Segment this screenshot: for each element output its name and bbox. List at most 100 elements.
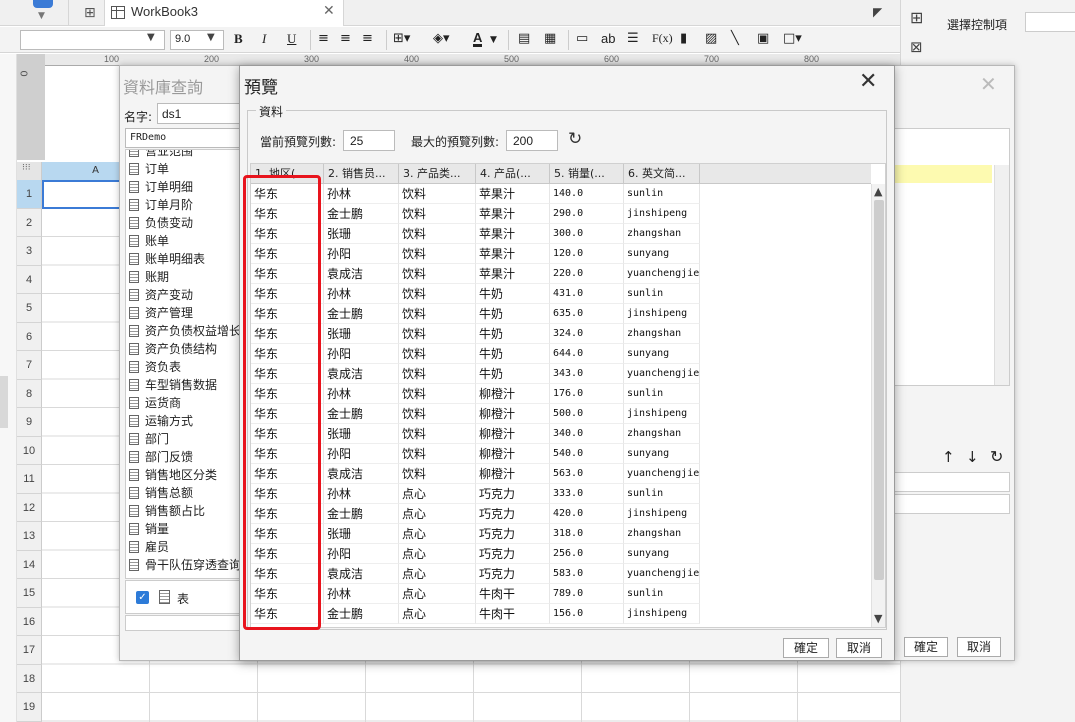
chevron-down-icon[interactable]: ▼ [207, 32, 215, 43]
row-header[interactable]: 13 [17, 522, 42, 551]
dataset-name-input[interactable]: ds1 [157, 103, 243, 124]
refresh-icon[interactable]: ↻ [990, 447, 1003, 466]
move-down-icon[interactable]: ↓ [966, 448, 979, 466]
cancel-button[interactable]: 取消 [836, 638, 882, 658]
table-list-item[interactable]: 订单明细 [129, 178, 193, 196]
current-rows-input[interactable]: 25 [343, 130, 395, 151]
selected-row[interactable] [894, 165, 992, 183]
align-center-icon[interactable]: ≡ [340, 31, 351, 46]
table-search-input[interactable] [125, 615, 243, 631]
row-header[interactable]: 3 [17, 237, 42, 266]
row-header[interactable]: 1 [17, 180, 42, 209]
table-list-item[interactable]: 雇员 [129, 538, 169, 556]
font-family-select[interactable] [20, 30, 165, 50]
table-list-item[interactable]: 负债变动 [129, 214, 193, 232]
control-select-input[interactable] [1025, 12, 1075, 32]
column-header[interactable]: 5. 销量(... [550, 164, 624, 184]
sub-report-icon[interactable]: ▣ [757, 31, 769, 46]
layout-icon[interactable]: ⊞ [910, 8, 923, 27]
table-row[interactable]: 华东 孙林 饮料 柳橙汁 176.0 sunlin [251, 384, 871, 404]
column-header[interactable]: 3. 产品类... [399, 164, 476, 184]
row-header[interactable]: 19 [17, 693, 42, 722]
parameter-input[interactable] [892, 494, 1010, 514]
row-header[interactable]: 9 [17, 408, 42, 437]
scroll-thumb[interactable] [874, 200, 884, 580]
cancel-button[interactable]: 取消 [957, 637, 1001, 657]
table-row[interactable]: 华东 孙林 饮料 苹果汁 140.0 sunlin [251, 184, 871, 204]
insert-row-icon[interactable]: ▭ [576, 31, 588, 46]
split-cells-icon[interactable]: ▦ [544, 31, 556, 46]
table-row[interactable]: 华东 孙林 饮料 牛奶 431.0 sunlin [251, 284, 871, 304]
table-list-item[interactable]: 订单 [129, 160, 169, 178]
align-right-icon[interactable]: ≡ [362, 31, 373, 46]
table-list-item[interactable]: 车型销售数据 [129, 376, 217, 394]
table-list-item[interactable]: 账单明细表 [129, 250, 205, 268]
row-header[interactable]: 2 [17, 208, 42, 237]
table-row[interactable]: 华东 袁成洁 饮料 苹果汁 220.0 yuanchengjie [251, 264, 871, 284]
table-row[interactable]: 华东 金士鹏 点心 巧克力 420.0 jinshipeng [251, 504, 871, 524]
chart-icon[interactable]: ▮ [680, 31, 687, 46]
chevron-up-icon[interactable]: ▲ [874, 185, 882, 198]
pin-icon[interactable]: ◤ [873, 5, 882, 19]
paragraph-icon[interactable]: ☰ [627, 31, 639, 46]
column-header[interactable]: 4. 产品(... [476, 164, 550, 184]
table-list-item[interactable]: 资负表 [129, 358, 181, 376]
table-list-item[interactable]: 运输方式 [129, 412, 193, 430]
image-icon[interactable]: ▨ [705, 31, 717, 46]
table-row[interactable]: 华东 金士鹏 点心 牛肉干 156.0 jinshipeng [251, 604, 871, 624]
row-header[interactable]: 11 [17, 465, 42, 494]
underline-button[interactable]: U [287, 31, 296, 47]
widget-icon[interactable]: ⊠ [910, 38, 923, 56]
table-list-item[interactable]: 销售总额 [129, 484, 193, 502]
row-header[interactable]: 10 [17, 436, 42, 465]
row-header[interactable]: 17 [17, 636, 42, 665]
table-row[interactable]: 华东 孙阳 饮料 柳橙汁 540.0 sunyang [251, 444, 871, 464]
close-icon[interactable]: ✕ [323, 3, 335, 19]
align-left-icon[interactable]: ≡ [318, 31, 329, 46]
grid-icon[interactable]: ⊞ [84, 5, 96, 21]
bold-button[interactable]: B [234, 31, 243, 47]
table-row[interactable]: 华东 袁成洁 饮料 牛奶 343.0 yuanchengjie [251, 364, 871, 384]
table-row[interactable]: 华东 金士鹏 饮料 苹果汁 290.0 jinshipeng [251, 204, 871, 224]
table-row[interactable]: 华东 金士鹏 饮料 柳橙汁 500.0 jinshipeng [251, 404, 871, 424]
chevron-down-icon[interactable]: ▼ [147, 32, 155, 43]
column-header[interactable]: 2. 销售员... [324, 164, 399, 184]
font-color-button[interactable]: A [473, 31, 483, 47]
table-type-checkbox[interactable]: ✓ [136, 591, 149, 604]
row-header[interactable]: 14 [17, 550, 42, 579]
table-row[interactable]: 华东 孙林 点心 牛肉干 789.0 sunlin [251, 584, 871, 604]
row-header[interactable]: 16 [17, 607, 42, 636]
row-header[interactable]: 12 [17, 493, 42, 522]
move-up-icon[interactable]: ↑ [942, 448, 955, 466]
table-list-item[interactable]: 资产变动 [129, 286, 193, 304]
table-list-item[interactable]: 资产负债权益增长 [129, 322, 241, 340]
close-icon[interactable]: ✕ [980, 72, 997, 96]
table-row[interactable]: 华东 袁成洁 点心 巧克力 583.0 yuanchengjie [251, 564, 871, 584]
table-row[interactable]: 华东 金士鹏 饮料 牛奶 635.0 jinshipeng [251, 304, 871, 324]
frame-icon[interactable]: □▾ [783, 31, 802, 46]
table-row[interactable]: 华东 张珊 饮料 牛奶 324.0 zhangshan [251, 324, 871, 344]
chevron-down-icon[interactable]: ▼ [490, 35, 497, 45]
table-row[interactable]: 华东 张珊 饮料 柳橙汁 340.0 zhangshan [251, 424, 871, 444]
fill-color-icon[interactable]: ◈▾ [433, 31, 450, 46]
table-list-item[interactable]: 销售额占比 [129, 502, 205, 520]
chevron-down-icon[interactable]: ▼ [38, 11, 45, 21]
refresh-icon[interactable]: ↻ [568, 129, 582, 149]
table-list-item[interactable]: 账期 [129, 268, 169, 286]
text-button[interactable]: ab [601, 31, 615, 46]
row-header[interactable]: 6 [17, 322, 42, 351]
table-list-item[interactable]: 订单月阶 [129, 196, 193, 214]
italic-button[interactable]: I [262, 31, 266, 47]
border-icon[interactable]: ⊞▾ [393, 31, 410, 46]
row-header[interactable]: 7 [17, 351, 42, 380]
table-row[interactable]: 华东 孙阳 饮料 牛奶 644.0 sunyang [251, 344, 871, 364]
slash-icon[interactable]: ╲ [731, 31, 739, 46]
row-header[interactable]: 5 [17, 294, 42, 323]
table-list-item[interactable]: 部门 [129, 430, 169, 448]
table-row[interactable]: 华东 张珊 饮料 苹果汁 300.0 zhangshan [251, 224, 871, 244]
row-header[interactable]: 8 [17, 379, 42, 408]
table-list-item[interactable]: 运货商 [129, 394, 181, 412]
row-header[interactable]: 15 [17, 579, 42, 608]
chevron-down-icon[interactable]: ▼ [874, 612, 882, 625]
table-row[interactable]: 华东 孙阳 点心 巧克力 256.0 sunyang [251, 544, 871, 564]
